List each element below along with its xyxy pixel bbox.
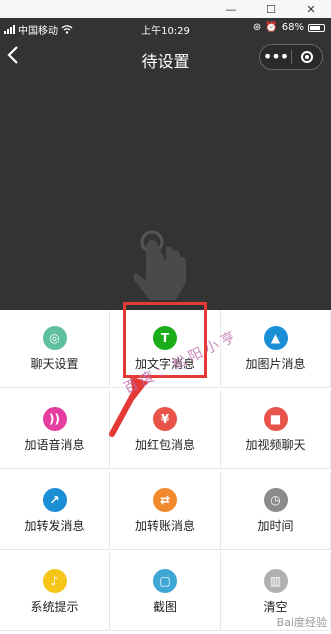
add-forward-message-label: 加转发消息 bbox=[24, 519, 85, 533]
add-voice-message-button[interactable]: )) 加语音消息 bbox=[0, 391, 110, 469]
chat-settings-icon: ◎ bbox=[42, 326, 67, 350]
clear-icon: ▥ bbox=[263, 569, 288, 593]
close-miniprogram-button[interactable] bbox=[292, 51, 322, 63]
add-video-chat-button[interactable]: ■ 加视频聊天 bbox=[221, 391, 331, 469]
window-chrome: — ☐ ✕ bbox=[0, 0, 331, 18]
add-time-button[interactable]: ◷ 加时间 bbox=[221, 472, 331, 550]
close-window-button[interactable]: ✕ bbox=[291, 0, 331, 18]
status-bar: 中国移动 上午10:29 ⊛ ⏰ 68% bbox=[0, 18, 331, 38]
screenshot-button[interactable]: ▢ 截图 bbox=[110, 553, 221, 631]
add-transfer-message-button[interactable]: ⇄ 加转账消息 bbox=[110, 472, 221, 550]
system-tip-label: 系统提示 bbox=[30, 600, 79, 614]
minimize-button[interactable]: — bbox=[211, 0, 251, 18]
battery-percent: 68% bbox=[281, 22, 304, 33]
add-forward-message-icon: ↗ bbox=[42, 488, 67, 512]
add-transfer-message-label: 加转账消息 bbox=[134, 519, 195, 533]
add-forward-message-button[interactable]: ↗ 加转发消息 bbox=[0, 472, 110, 550]
screenshot-icon: ▢ bbox=[153, 569, 177, 593]
alarm-icon: ⏰ bbox=[265, 22, 278, 33]
add-video-chat-icon: ■ bbox=[263, 407, 288, 431]
add-voice-message-icon: )) bbox=[42, 407, 67, 431]
chat-settings-label: 聊天设置 bbox=[30, 357, 79, 371]
baidu-logo: Bai度经验 bbox=[276, 616, 327, 629]
add-image-message-button[interactable]: ▲ 加图片消息 bbox=[221, 310, 331, 388]
clear-label: 清空 bbox=[263, 600, 288, 614]
maximize-button[interactable]: ☐ bbox=[251, 0, 291, 18]
add-voice-message-label: 加语音消息 bbox=[24, 438, 85, 452]
add-red-packet-message-icon: ¥ bbox=[153, 407, 177, 431]
add-image-message-label: 加图片消息 bbox=[245, 357, 306, 371]
nav-bar: 待设置 ••• bbox=[0, 38, 331, 78]
screenshot-label: 截图 bbox=[152, 600, 177, 614]
system-tip-button[interactable]: ♪ 系统提示 bbox=[0, 553, 110, 631]
hand-pointer-icon bbox=[133, 230, 186, 300]
miniprogram-capsule: ••• bbox=[259, 44, 323, 70]
add-red-packet-message-label: 加红包消息 bbox=[134, 438, 195, 452]
battery-icon bbox=[308, 23, 325, 32]
add-image-message-icon: ▲ bbox=[263, 326, 288, 350]
add-transfer-message-icon: ⇄ bbox=[153, 488, 177, 512]
add-video-chat-label: 加视频聊天 bbox=[245, 438, 306, 452]
target-icon bbox=[300, 51, 313, 63]
lock-rotation-icon: ⊛ bbox=[252, 22, 262, 33]
more-button[interactable]: ••• bbox=[260, 46, 291, 68]
add-time-label: 加时间 bbox=[257, 519, 294, 533]
system-tip-icon: ♪ bbox=[42, 569, 67, 593]
chat-settings-button[interactable]: ◎ 聊天设置 bbox=[0, 310, 110, 388]
add-time-icon: ◷ bbox=[263, 488, 288, 512]
